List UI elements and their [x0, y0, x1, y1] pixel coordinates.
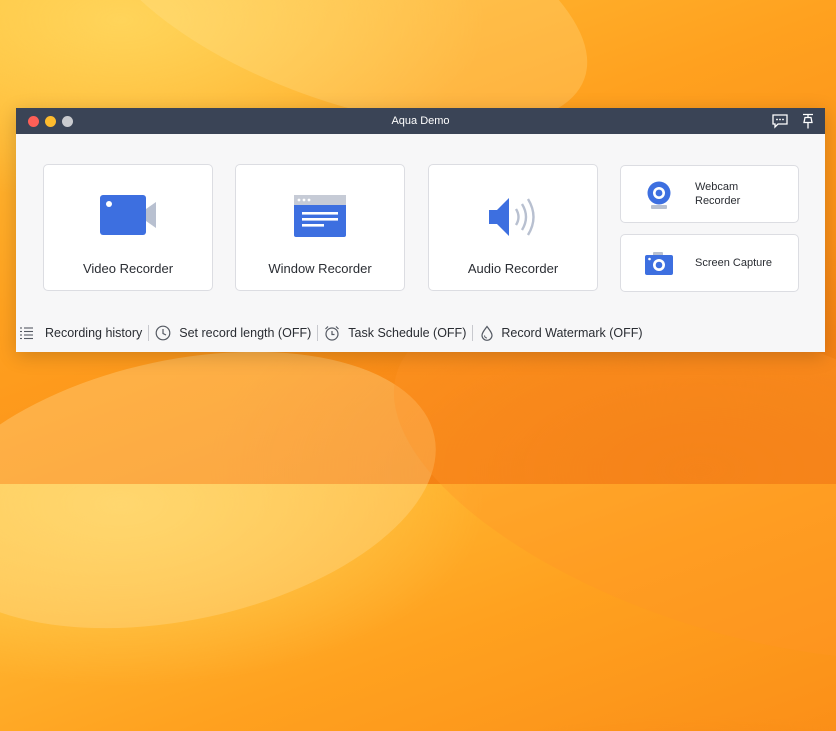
window-title: Aqua Demo	[391, 115, 450, 127]
video-recorder-card[interactable]: Video Recorder	[43, 164, 213, 291]
bottom-toolbar: Recording history Set record length (OFF…	[16, 324, 825, 342]
camera-icon	[645, 252, 673, 281]
recording-history-label: Recording history	[45, 326, 143, 340]
video-recorder-label: Video Recorder	[82, 261, 174, 276]
audio-recorder-label: Audio Recorder	[467, 261, 559, 276]
record-watermark-label: Record Watermark (OFF)	[501, 326, 643, 340]
webcam-recorder-card[interactable]: Webcam Recorder	[620, 165, 799, 223]
audio-recorder-card[interactable]: Audio Recorder	[428, 164, 598, 291]
record-watermark-button[interactable]: Record Watermark (OFF)	[479, 325, 643, 341]
app-window: Aqua Demo Video Recorder Window Recorder…	[16, 108, 825, 352]
chat-icon[interactable]	[771, 113, 789, 129]
window-icon	[294, 195, 346, 242]
pin-icon[interactable]	[799, 113, 817, 129]
screen-capture-card[interactable]: Screen Capture	[620, 234, 799, 292]
minimize-button[interactable]	[45, 116, 56, 127]
watermark-icon	[479, 325, 495, 341]
close-button[interactable]	[28, 116, 39, 127]
wallpaper-wave	[0, 308, 462, 672]
title-bar: Aqua Demo	[16, 108, 825, 134]
list-icon	[20, 326, 34, 340]
alarm-icon	[324, 325, 340, 341]
webcam-icon	[645, 181, 673, 216]
divider	[148, 325, 150, 341]
window-controls	[28, 116, 73, 127]
task-schedule-button[interactable]: Task Schedule (OFF)	[324, 325, 466, 341]
divider	[472, 325, 474, 341]
task-schedule-label: Task Schedule (OFF)	[348, 326, 467, 340]
window-recorder-label: Window Recorder	[268, 261, 372, 276]
speaker-icon	[487, 195, 539, 244]
window-recorder-card[interactable]: Window Recorder	[235, 164, 405, 291]
recording-history-button[interactable]: Recording history	[20, 326, 142, 340]
divider	[317, 325, 319, 341]
record-length-label: Set record length (OFF)	[179, 326, 312, 340]
screen-capture-label: Screen Capture	[695, 257, 773, 269]
record-length-button[interactable]: Set record length (OFF)	[155, 325, 311, 341]
zoom-button[interactable]	[62, 116, 73, 127]
webcam-label-line1: Webcam	[695, 181, 739, 193]
video-camera-icon	[100, 195, 156, 240]
webcam-label-line2: Recorder	[695, 195, 741, 207]
clock-icon	[155, 325, 171, 341]
